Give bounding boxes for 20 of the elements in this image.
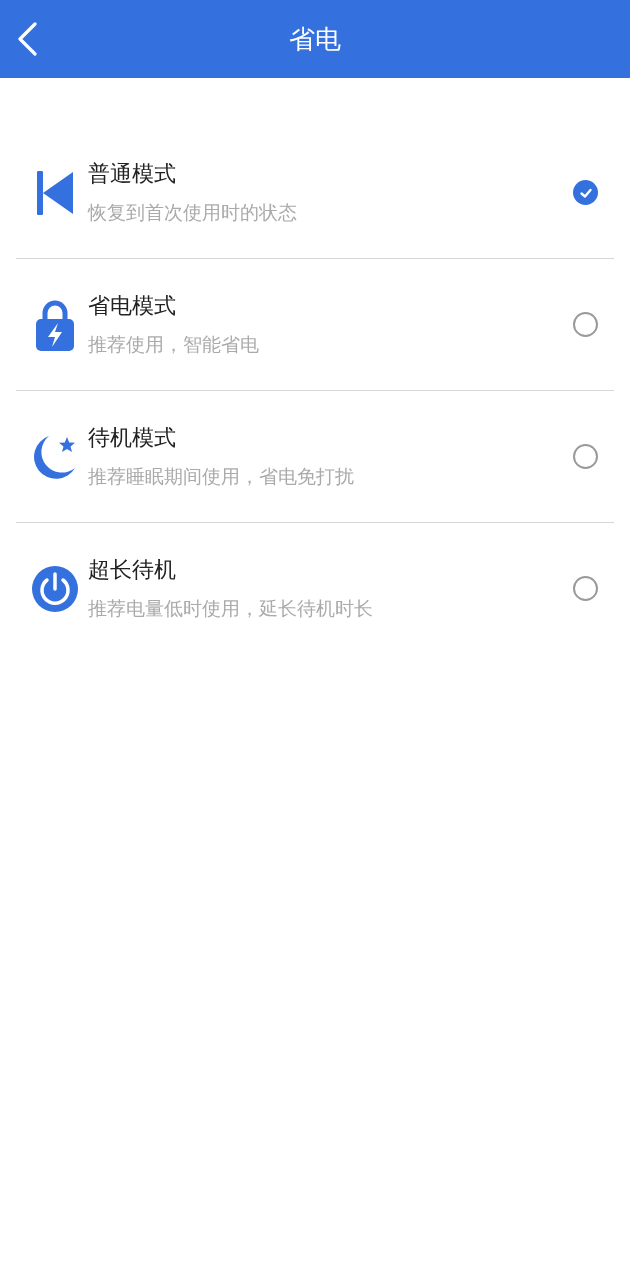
mode-description: 推荐睡眠期间使用，省电免打扰: [88, 463, 355, 489]
mode-title: 超长待机: [88, 555, 177, 584]
mode-option[interactable]: 省电模式 推荐使用，智能省电: [0, 259, 630, 390]
power-icon: [32, 565, 78, 612]
mode-title: 省电模式: [88, 291, 177, 320]
mode-option[interactable]: 普通模式 恢复到首次使用时的状态: [0, 127, 630, 258]
mode-option[interactable]: 超长待机 推荐电量低时使用，延长待机时长: [0, 523, 630, 654]
mode-description: 推荐电量低时使用，延长待机时长: [88, 595, 374, 621]
radio-button[interactable]: [573, 312, 598, 337]
mode-option[interactable]: 待机模式 推荐睡眠期间使用，省电免打扰: [0, 391, 630, 522]
mode-description: 恢复到首次使用时的状态: [88, 199, 298, 225]
radio-button[interactable]: [573, 444, 598, 469]
lock-bolt-icon: [35, 298, 75, 351]
radio-button[interactable]: [573, 576, 598, 601]
checked-radio[interactable]: [573, 180, 598, 205]
mode-description: 推荐使用，智能省电: [88, 331, 260, 357]
mode-title: 普通模式: [88, 159, 177, 188]
mode-title: 待机模式: [88, 423, 177, 452]
page-title: 省电: [289, 22, 341, 56]
skip-back-icon: [37, 170, 73, 215]
